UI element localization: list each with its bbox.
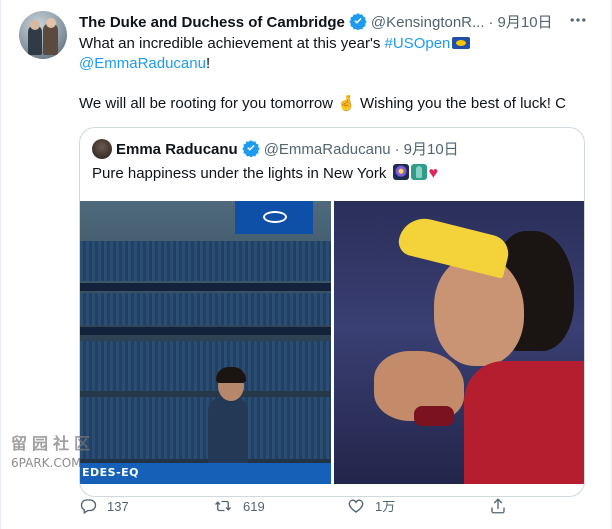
quoted-verified-badge-icon (242, 139, 260, 163)
share-button[interactable] (489, 497, 517, 517)
tweet-text: What an incredible achievement at this y… (79, 34, 599, 114)
tweet-text-line3: We will all be rooting for you tomorrow … (79, 95, 566, 112)
reply-button[interactable]: 137 (79, 497, 129, 517)
tweet-text-prefix: What an incredible achievement at this y… (79, 35, 385, 52)
statue-of-liberty-emoji-icon (410, 164, 427, 180)
mention-link[interactable]: @EmmaRaducanu (79, 55, 206, 72)
stadium-seats-upper (80, 241, 331, 281)
stadium-seats-court (80, 397, 331, 459)
shirt-graphic (464, 361, 584, 484)
red-heart-emoji-icon: ♥ (428, 165, 439, 182)
tweet[interactable]: The Duke and Duchess of Cambridge @Kensin… (0, 0, 612, 529)
tweet-header: The Duke and Duchess of Cambridge @Kensin… (79, 12, 553, 32)
mention-suffix: ! (205, 55, 211, 72)
fireworks-emoji-icon (392, 164, 409, 180)
player-hair (216, 367, 246, 383)
quoted-separator-dot: · (394, 141, 400, 158)
share-icon (489, 498, 517, 514)
usopen-flag-icon (452, 37, 471, 49)
stadium-seats-middle (80, 293, 331, 325)
separator-dot: · (488, 14, 494, 31)
quoted-author-name[interactable]: Emma Raducanu (116, 141, 238, 158)
like-button[interactable]: 1万 (347, 497, 395, 517)
like-count: 1万 (375, 499, 396, 514)
photo-celebration[interactable] (334, 201, 584, 484)
reply-icon (79, 499, 107, 514)
tweet-date[interactable]: 9月10日 (498, 14, 553, 31)
tweet-text-line2: @EmmaRaducanu! (79, 54, 599, 74)
site-watermark: 留园社区 6PARK.COM (11, 430, 101, 470)
quoted-tweet-photos: EDES-EQ (80, 201, 584, 484)
photo-stadium[interactable]: EDES-EQ (80, 201, 331, 484)
retweet-button[interactable]: 619 (213, 497, 265, 517)
retweet-icon (213, 499, 243, 514)
wristband-graphic (414, 406, 454, 426)
stadium-seats-lower (80, 341, 331, 391)
verified-badge-icon (349, 12, 367, 36)
hashtag-link[interactable]: #USOpen (385, 35, 451, 52)
stadium-ad-strip-2 (80, 327, 331, 335)
quoted-tweet-text: Pure happiness under the lights in New Y… (92, 164, 438, 184)
watermark-line2: 6PARK.COM (11, 456, 82, 470)
tweet-actions: 137 619 1万 (79, 497, 599, 517)
quoted-author-avatar[interactable] (92, 139, 112, 159)
retweet-count: 619 (243, 499, 265, 514)
tweet-text-line1: What an incredible achievement at this y… (79, 34, 599, 54)
quoted-tweet[interactable]: Emma Raducanu @EmmaRaducanu · 9月10日 Pure ha… (79, 127, 585, 497)
quoted-author-handle[interactable]: @EmmaRaducanu (264, 141, 391, 158)
usopen-logo-graphic (263, 211, 287, 223)
watermark-line1: 留园社区 (11, 434, 96, 453)
stadium-ad-strip (80, 283, 331, 291)
quoted-tweet-date[interactable]: 9月10日 (404, 141, 459, 158)
author-avatar[interactable] (19, 11, 67, 59)
author-name[interactable]: The Duke and Duchess of Cambridge (79, 14, 345, 31)
quoted-text-body: Pure happiness under the lights in New Y… (92, 165, 387, 182)
heart-icon (347, 499, 375, 514)
reply-count: 137 (107, 499, 129, 514)
quoted-tweet-header: Emma Raducanu @EmmaRaducanu · 9月10日 (92, 139, 459, 159)
more-horizontal-icon[interactable] (565, 10, 591, 36)
author-handle[interactable]: @KensingtonR... (371, 14, 485, 31)
player-figure (208, 397, 248, 467)
